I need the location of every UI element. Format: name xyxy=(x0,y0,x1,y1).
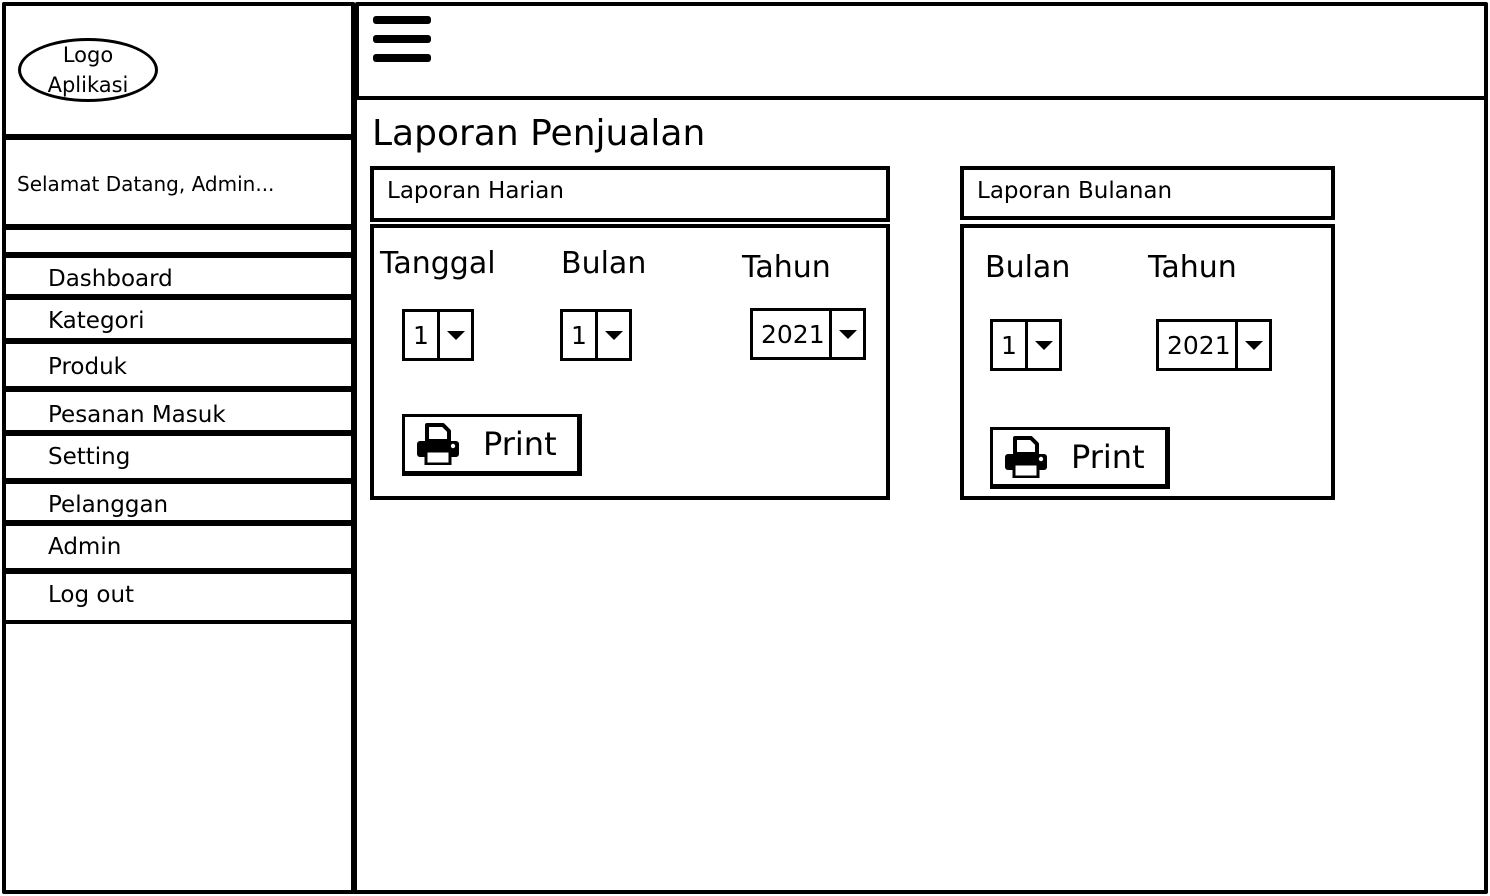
top-header xyxy=(355,2,1488,100)
chevron-down-icon xyxy=(1235,322,1269,368)
chevron-down-icon xyxy=(1025,322,1059,368)
daily-year-select[interactable]: 2021 xyxy=(750,308,866,360)
daily-month-select[interactable]: 1 xyxy=(560,309,632,361)
daily-year-value: 2021 xyxy=(761,319,825,349)
daily-date-label: Tanggal xyxy=(380,246,496,281)
print-label: Print xyxy=(1071,438,1145,476)
sidebar-item-label: Admin xyxy=(48,534,122,560)
sidebar-item-label: Dashboard xyxy=(48,266,173,292)
daily-date-value: 1 xyxy=(413,320,429,350)
page-title: Laporan Penjualan xyxy=(372,113,706,154)
logo-text-line2: Aplikasi xyxy=(47,73,129,97)
chevron-down-icon xyxy=(829,311,863,357)
chevron-down-icon xyxy=(437,312,471,358)
chevron-down-icon xyxy=(595,312,629,358)
print-label: Print xyxy=(483,425,557,463)
monthly-year-value: 2021 xyxy=(1167,330,1231,360)
app-logo[interactable]: Logo Aplikasi xyxy=(18,38,158,102)
monthly-month-label: Bulan xyxy=(985,250,1071,285)
sidebar-item-label: Produk xyxy=(48,354,127,380)
hamburger-menu-icon[interactable] xyxy=(373,16,431,64)
sidebar-item-label: Pesanan Masuk xyxy=(48,402,226,428)
sidebar-item-label: Pelanggan xyxy=(48,492,169,518)
daily-year-label: Tahun xyxy=(742,250,831,285)
daily-date-select[interactable]: 1 xyxy=(402,309,474,361)
monthly-year-select[interactable]: 2021 xyxy=(1156,319,1272,371)
daily-print-button[interactable]: Print xyxy=(402,414,582,476)
printer-icon xyxy=(1005,436,1047,478)
daily-report-title: Laporan Harian xyxy=(387,178,564,204)
daily-month-label: Bulan xyxy=(561,246,647,281)
monthly-month-value: 1 xyxy=(1001,330,1017,360)
sidebar-divider xyxy=(2,226,355,256)
sidebar-item-label: Setting xyxy=(48,444,131,470)
printer-icon xyxy=(417,423,459,465)
sidebar-item-label: Kategori xyxy=(48,308,145,334)
logo-text-line1: Logo xyxy=(62,43,114,67)
daily-month-value: 1 xyxy=(571,320,587,350)
monthly-print-button[interactable]: Print xyxy=(990,427,1170,489)
welcome-message: Selamat Datang, Admin... xyxy=(17,172,275,196)
sidebar-item-label: Log out xyxy=(48,582,135,608)
monthly-year-label: Tahun xyxy=(1148,250,1237,285)
monthly-month-select[interactable]: 1 xyxy=(990,319,1062,371)
monthly-report-title: Laporan Bulanan xyxy=(977,178,1173,204)
